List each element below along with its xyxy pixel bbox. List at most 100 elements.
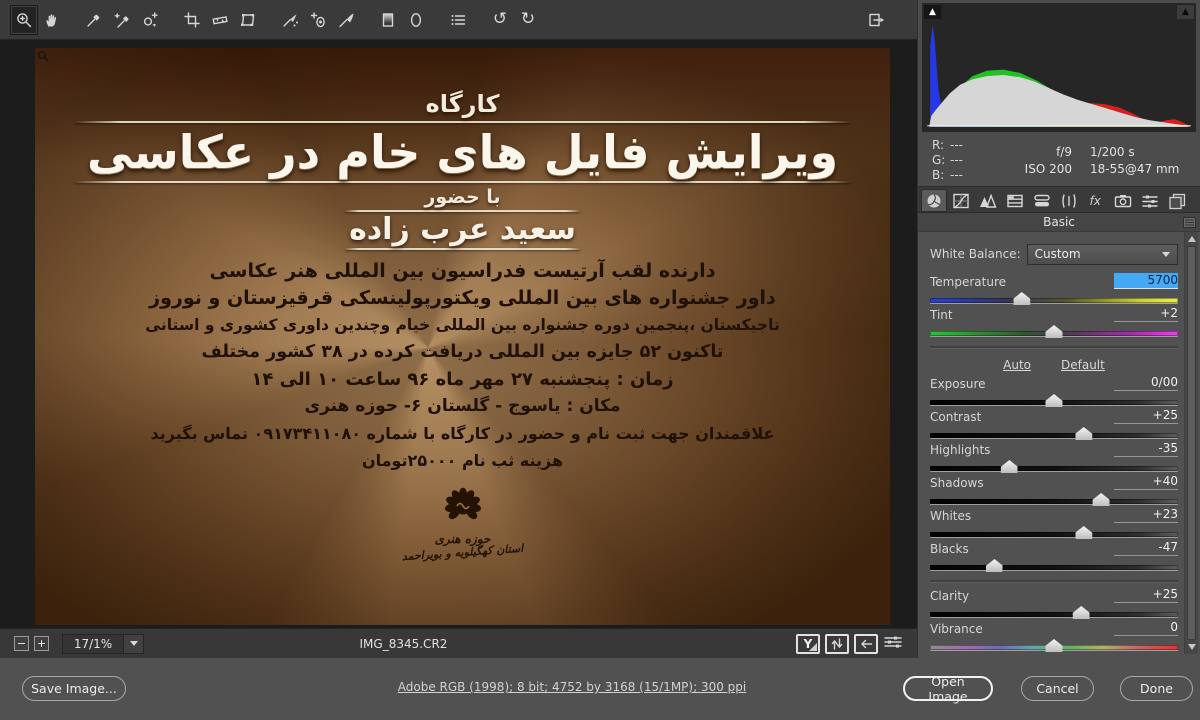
zoom-cursor-icon bbox=[37, 50, 50, 63]
tab-detail-icon[interactable] bbox=[975, 189, 1001, 212]
slider-thumb[interactable] bbox=[1013, 292, 1030, 305]
red-eye-tool-icon[interactable] bbox=[304, 5, 332, 35]
zoom-in-button[interactable]: + bbox=[34, 636, 49, 651]
poster-canvas[interactable]: کارگاه ویرایش فایل های خام در عکاسی با ح… bbox=[35, 48, 890, 625]
slider-value-field[interactable]: -35 bbox=[1114, 441, 1178, 457]
slider-label: Temperature bbox=[930, 275, 1006, 289]
slider-thumb[interactable] bbox=[1001, 460, 1018, 473]
scroll-up-icon[interactable] bbox=[1188, 236, 1196, 242]
preferences-list-icon[interactable] bbox=[444, 5, 472, 35]
slider-track[interactable] bbox=[930, 532, 1178, 537]
slider-track[interactable] bbox=[930, 433, 1178, 438]
auto-default-row: Auto Default bbox=[930, 354, 1178, 376]
slider-label: Contrast bbox=[930, 410, 981, 424]
scrollbar-thumb[interactable] bbox=[1187, 246, 1196, 640]
svg-text:fx: fx bbox=[1090, 194, 1102, 208]
tab-split-toning-icon[interactable] bbox=[1029, 189, 1055, 212]
tab-tone-curve-icon[interactable] bbox=[948, 189, 974, 212]
copy-settings-button[interactable] bbox=[854, 634, 878, 654]
slider-thumb[interactable] bbox=[1075, 427, 1092, 440]
preview-preference-icon[interactable] bbox=[883, 634, 903, 653]
graduated-filter-tool-icon[interactable] bbox=[374, 5, 402, 35]
crop-tool-icon[interactable] bbox=[178, 5, 206, 35]
tab-basic-aperture-icon[interactable] bbox=[921, 189, 947, 212]
before-after-toggle-button[interactable]: Y bbox=[796, 634, 820, 654]
white-balance-select[interactable]: Custom bbox=[1027, 244, 1178, 265]
toolbar: ↺ ↻ bbox=[0, 0, 917, 40]
rotate-left-icon[interactable]: ↺ bbox=[486, 5, 514, 35]
slider-highlights: Highlights -35 bbox=[930, 442, 1178, 475]
workflow-options-link[interactable]: Adobe RGB (1998); 8 bit; 4752 by 3168 (1… bbox=[398, 680, 746, 694]
iso-value: ISO 200 bbox=[1025, 162, 1072, 176]
slider-thumb[interactable] bbox=[1073, 606, 1090, 619]
adjustment-brush-tool-icon[interactable] bbox=[332, 5, 360, 35]
zoom-level-select[interactable]: 17/1% bbox=[62, 634, 124, 654]
slider-value-field[interactable]: 0 bbox=[1114, 620, 1178, 636]
targeted-adjustment-tool-icon[interactable] bbox=[136, 5, 164, 35]
cancel-button[interactable]: Cancel bbox=[1021, 676, 1094, 701]
spot-removal-tool-icon[interactable] bbox=[276, 5, 304, 35]
slider-track[interactable] bbox=[930, 331, 1178, 336]
highlight-clipping-indicator[interactable]: ▲ bbox=[1177, 5, 1194, 19]
tab-lens-corrections-icon[interactable] bbox=[1056, 189, 1082, 212]
tab-hsl-grayscale-icon[interactable] bbox=[1002, 189, 1028, 212]
tab-effects-icon[interactable]: fx bbox=[1083, 189, 1109, 212]
tone-sliders: Exposure0/00Contrast+25Highlights-35Shad… bbox=[930, 376, 1178, 574]
slider-thumb[interactable] bbox=[1046, 394, 1063, 407]
tab-camera-calibration-icon[interactable] bbox=[1110, 189, 1136, 212]
histogram: ▲ ▲ bbox=[922, 3, 1196, 132]
tab-presets-icon[interactable] bbox=[1137, 189, 1163, 212]
radial-filter-tool-icon[interactable] bbox=[402, 5, 430, 35]
scroll-down-icon[interactable] bbox=[1188, 644, 1196, 650]
slider-value-field[interactable]: -47 bbox=[1114, 540, 1178, 556]
slider-thumb[interactable] bbox=[1093, 493, 1110, 506]
slider-track[interactable] bbox=[930, 565, 1178, 570]
slider-label: Highlights bbox=[930, 443, 990, 457]
rgb-readout: R:--- G:--- B:--- bbox=[932, 138, 1014, 182]
done-button[interactable]: Done bbox=[1120, 676, 1193, 701]
slider-track[interactable] bbox=[930, 298, 1178, 303]
slider-temperature: Temperature 5700 bbox=[930, 274, 1178, 307]
auto-link[interactable]: Auto bbox=[1003, 358, 1031, 372]
g-value: --- bbox=[950, 153, 968, 168]
slider-value-field[interactable]: +23 bbox=[1114, 507, 1178, 523]
swap-before-after-button[interactable] bbox=[825, 634, 849, 654]
slider-value-field[interactable]: +2 bbox=[1114, 306, 1178, 322]
slider-track[interactable] bbox=[930, 466, 1178, 471]
panel-menu-icon[interactable] bbox=[1183, 217, 1196, 231]
transform-tool-icon[interactable] bbox=[234, 5, 262, 35]
shot-info: f/9 1/200 s ISO 200 18-55@47 mm bbox=[1014, 138, 1190, 182]
zoom-level-chevron-icon[interactable] bbox=[124, 634, 144, 654]
slider-value-field[interactable]: +25 bbox=[1114, 587, 1178, 603]
slider-value-field[interactable]: 0/00 bbox=[1114, 375, 1178, 391]
tab-snapshots-icon[interactable] bbox=[1164, 189, 1190, 212]
poster-line: هزینه ثب نام ۲۵۰۰۰تومان bbox=[35, 447, 890, 474]
slider-value-field[interactable]: 5700 bbox=[1114, 273, 1178, 289]
panel-scrollbar[interactable] bbox=[1184, 232, 1198, 654]
slider-track[interactable] bbox=[930, 612, 1178, 617]
color-sampler-tool-icon[interactable] bbox=[108, 5, 136, 35]
open-image-button[interactable]: Open Image bbox=[903, 676, 993, 701]
image-area[interactable]: کارگاه ویرایش فایل های خام در عکاسی با ح… bbox=[0, 40, 917, 628]
poster-logo: حوزه هنری استان کهگیلویه و بویراحمد bbox=[35, 484, 890, 559]
slider-track[interactable] bbox=[930, 645, 1178, 650]
rotate-right-icon[interactable]: ↻ bbox=[514, 5, 542, 35]
white-balance-tool-icon[interactable] bbox=[80, 5, 108, 35]
save-image-button[interactable]: Save Image... bbox=[22, 676, 126, 701]
shadow-clipping-indicator[interactable]: ▲ bbox=[924, 5, 941, 19]
toggle-fullscreen-icon[interactable] bbox=[863, 5, 891, 35]
default-link[interactable]: Default bbox=[1061, 358, 1105, 372]
slider-thumb[interactable] bbox=[986, 559, 1003, 572]
slider-value-field[interactable]: +40 bbox=[1114, 474, 1178, 490]
slider-track[interactable] bbox=[930, 400, 1178, 405]
section-divider bbox=[930, 346, 1178, 348]
slider-track[interactable] bbox=[930, 499, 1178, 504]
hand-tool-icon[interactable] bbox=[38, 5, 66, 35]
zoom-out-button[interactable]: − bbox=[14, 636, 29, 651]
slider-thumb[interactable] bbox=[1046, 639, 1063, 652]
zoom-tool-icon[interactable] bbox=[10, 5, 38, 35]
slider-thumb[interactable] bbox=[1046, 325, 1063, 338]
slider-thumb[interactable] bbox=[1075, 526, 1092, 539]
slider-value-field[interactable]: +25 bbox=[1114, 408, 1178, 424]
straighten-tool-icon[interactable] bbox=[206, 5, 234, 35]
